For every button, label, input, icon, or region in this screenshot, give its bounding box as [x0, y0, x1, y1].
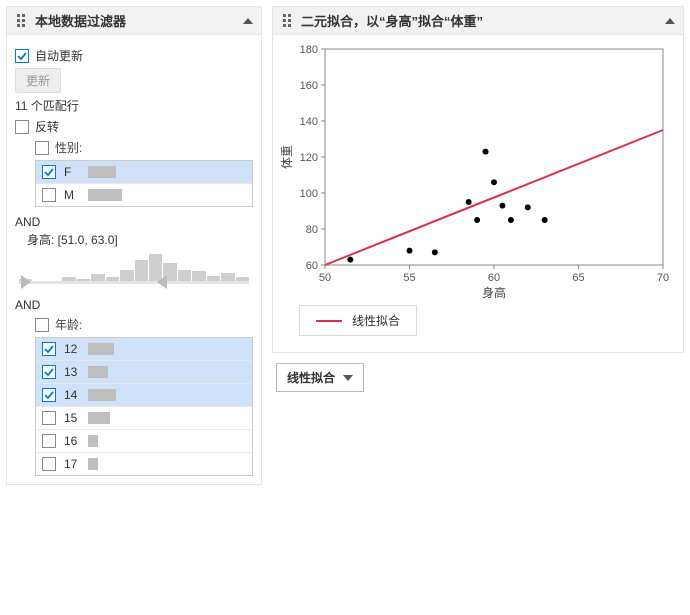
- legend-label: 线性拟合: [352, 312, 400, 329]
- svg-text:70: 70: [657, 272, 669, 284]
- sex-checkbox[interactable]: [42, 165, 56, 179]
- freq-bar: [88, 343, 114, 355]
- svg-text:55: 55: [403, 272, 415, 284]
- filter-panel: 本地数据过滤器 自动更新 更新 11 个匹配行 反转 性别: FM: [6, 6, 262, 485]
- freq-bar: [88, 458, 98, 470]
- svg-text:身高: 身高: [482, 285, 506, 299]
- invert-label: 反转: [35, 118, 59, 135]
- height-range-label: 身高: [51.0, 63.0]: [27, 231, 253, 248]
- fit-panel-header[interactable]: 二元拟合，以“身高”拟合“体重”: [273, 7, 683, 35]
- age-checkbox[interactable]: [42, 434, 56, 448]
- age-label: 13: [64, 365, 80, 379]
- svg-text:180: 180: [300, 44, 318, 56]
- sex-option-list: FM: [35, 160, 253, 207]
- and-label-2: AND: [15, 298, 253, 312]
- freq-bar: [88, 412, 110, 424]
- age-option[interactable]: 16: [36, 430, 252, 453]
- collapse-icon[interactable]: [665, 18, 675, 24]
- age-option[interactable]: 14: [36, 384, 252, 407]
- freq-bar: [88, 189, 122, 201]
- chart-legend: 线性拟合: [299, 305, 417, 336]
- fit-type-value: 线性拟合: [287, 369, 335, 386]
- height-histogram-slider[interactable]: [19, 250, 249, 290]
- freq-bar: [88, 389, 116, 401]
- svg-text:体重: 体重: [280, 145, 294, 169]
- sex-checkbox[interactable]: [42, 188, 56, 202]
- age-label: 14: [64, 388, 80, 402]
- svg-text:100: 100: [300, 188, 318, 200]
- slider-thumb-left[interactable]: [21, 275, 31, 289]
- svg-text:160: 160: [300, 80, 318, 92]
- match-count-label: 11 个匹配行: [15, 97, 79, 114]
- collapse-icon[interactable]: [243, 18, 253, 24]
- svg-text:60: 60: [488, 272, 500, 284]
- sex-group-checkbox[interactable]: [35, 141, 49, 155]
- svg-text:80: 80: [306, 224, 318, 236]
- svg-text:50: 50: [319, 272, 331, 284]
- age-checkbox[interactable]: [42, 411, 56, 425]
- sex-group-label: 性别:: [55, 139, 82, 156]
- age-group-label: 年龄:: [55, 316, 82, 333]
- drag-handle-icon[interactable]: [281, 12, 293, 29]
- fit-type-dropdown[interactable]: 线性拟合: [276, 363, 364, 392]
- legend-line-icon: [316, 320, 342, 322]
- filter-panel-header[interactable]: 本地数据过滤器: [7, 7, 261, 35]
- age-group-checkbox[interactable]: [35, 318, 49, 332]
- fit-panel: 二元拟合，以“身高”拟合“体重” 60 80 100 120 140 160 180 50 55…: [272, 6, 684, 353]
- slider-thumb-right[interactable]: [157, 275, 167, 289]
- drag-handle-icon[interactable]: [15, 12, 27, 29]
- svg-text:120: 120: [300, 152, 318, 164]
- age-option[interactable]: 17: [36, 453, 252, 475]
- svg-text:140: 140: [300, 116, 318, 128]
- chevron-down-icon: [343, 375, 353, 381]
- update-button[interactable]: 更新: [15, 68, 61, 93]
- sex-label: F: [64, 165, 80, 179]
- age-option-list: 12 13 14 15 16 17: [35, 337, 253, 476]
- age-checkbox[interactable]: [42, 365, 56, 379]
- age-label: 15: [64, 411, 80, 425]
- age-option[interactable]: 15: [36, 407, 252, 430]
- invert-checkbox[interactable]: [15, 120, 29, 134]
- age-label: 12: [64, 342, 80, 356]
- svg-text:60: 60: [306, 260, 318, 272]
- fit-panel-title: 二元拟合，以“身高”拟合“体重”: [301, 11, 657, 30]
- and-label-1: AND: [15, 215, 253, 229]
- freq-bar: [88, 435, 98, 447]
- age-checkbox[interactable]: [42, 342, 56, 356]
- age-label: 16: [64, 434, 80, 448]
- auto-update-label: 自动更新: [35, 47, 83, 64]
- age-option[interactable]: 13: [36, 361, 252, 384]
- age-label: 17: [64, 457, 80, 471]
- sex-option[interactable]: M: [36, 184, 252, 206]
- sex-option[interactable]: F: [36, 161, 252, 184]
- freq-bar: [88, 166, 116, 178]
- age-checkbox[interactable]: [42, 388, 56, 402]
- svg-text:65: 65: [572, 272, 584, 284]
- freq-bar: [88, 366, 108, 378]
- age-option[interactable]: 12: [36, 338, 252, 361]
- fit-panel-container: 二元拟合，以“身高”拟合“体重” 60 80 100 120 140 160 180 50 55…: [272, 6, 684, 485]
- auto-update-checkbox[interactable]: [15, 49, 29, 63]
- age-checkbox[interactable]: [42, 457, 56, 471]
- sex-label: M: [64, 188, 80, 202]
- filter-panel-title: 本地数据过滤器: [35, 11, 235, 30]
- scatter-chart: 60 80 100 120 140 160 180 50 55 60 65 70 身高 体重: [279, 39, 677, 299]
